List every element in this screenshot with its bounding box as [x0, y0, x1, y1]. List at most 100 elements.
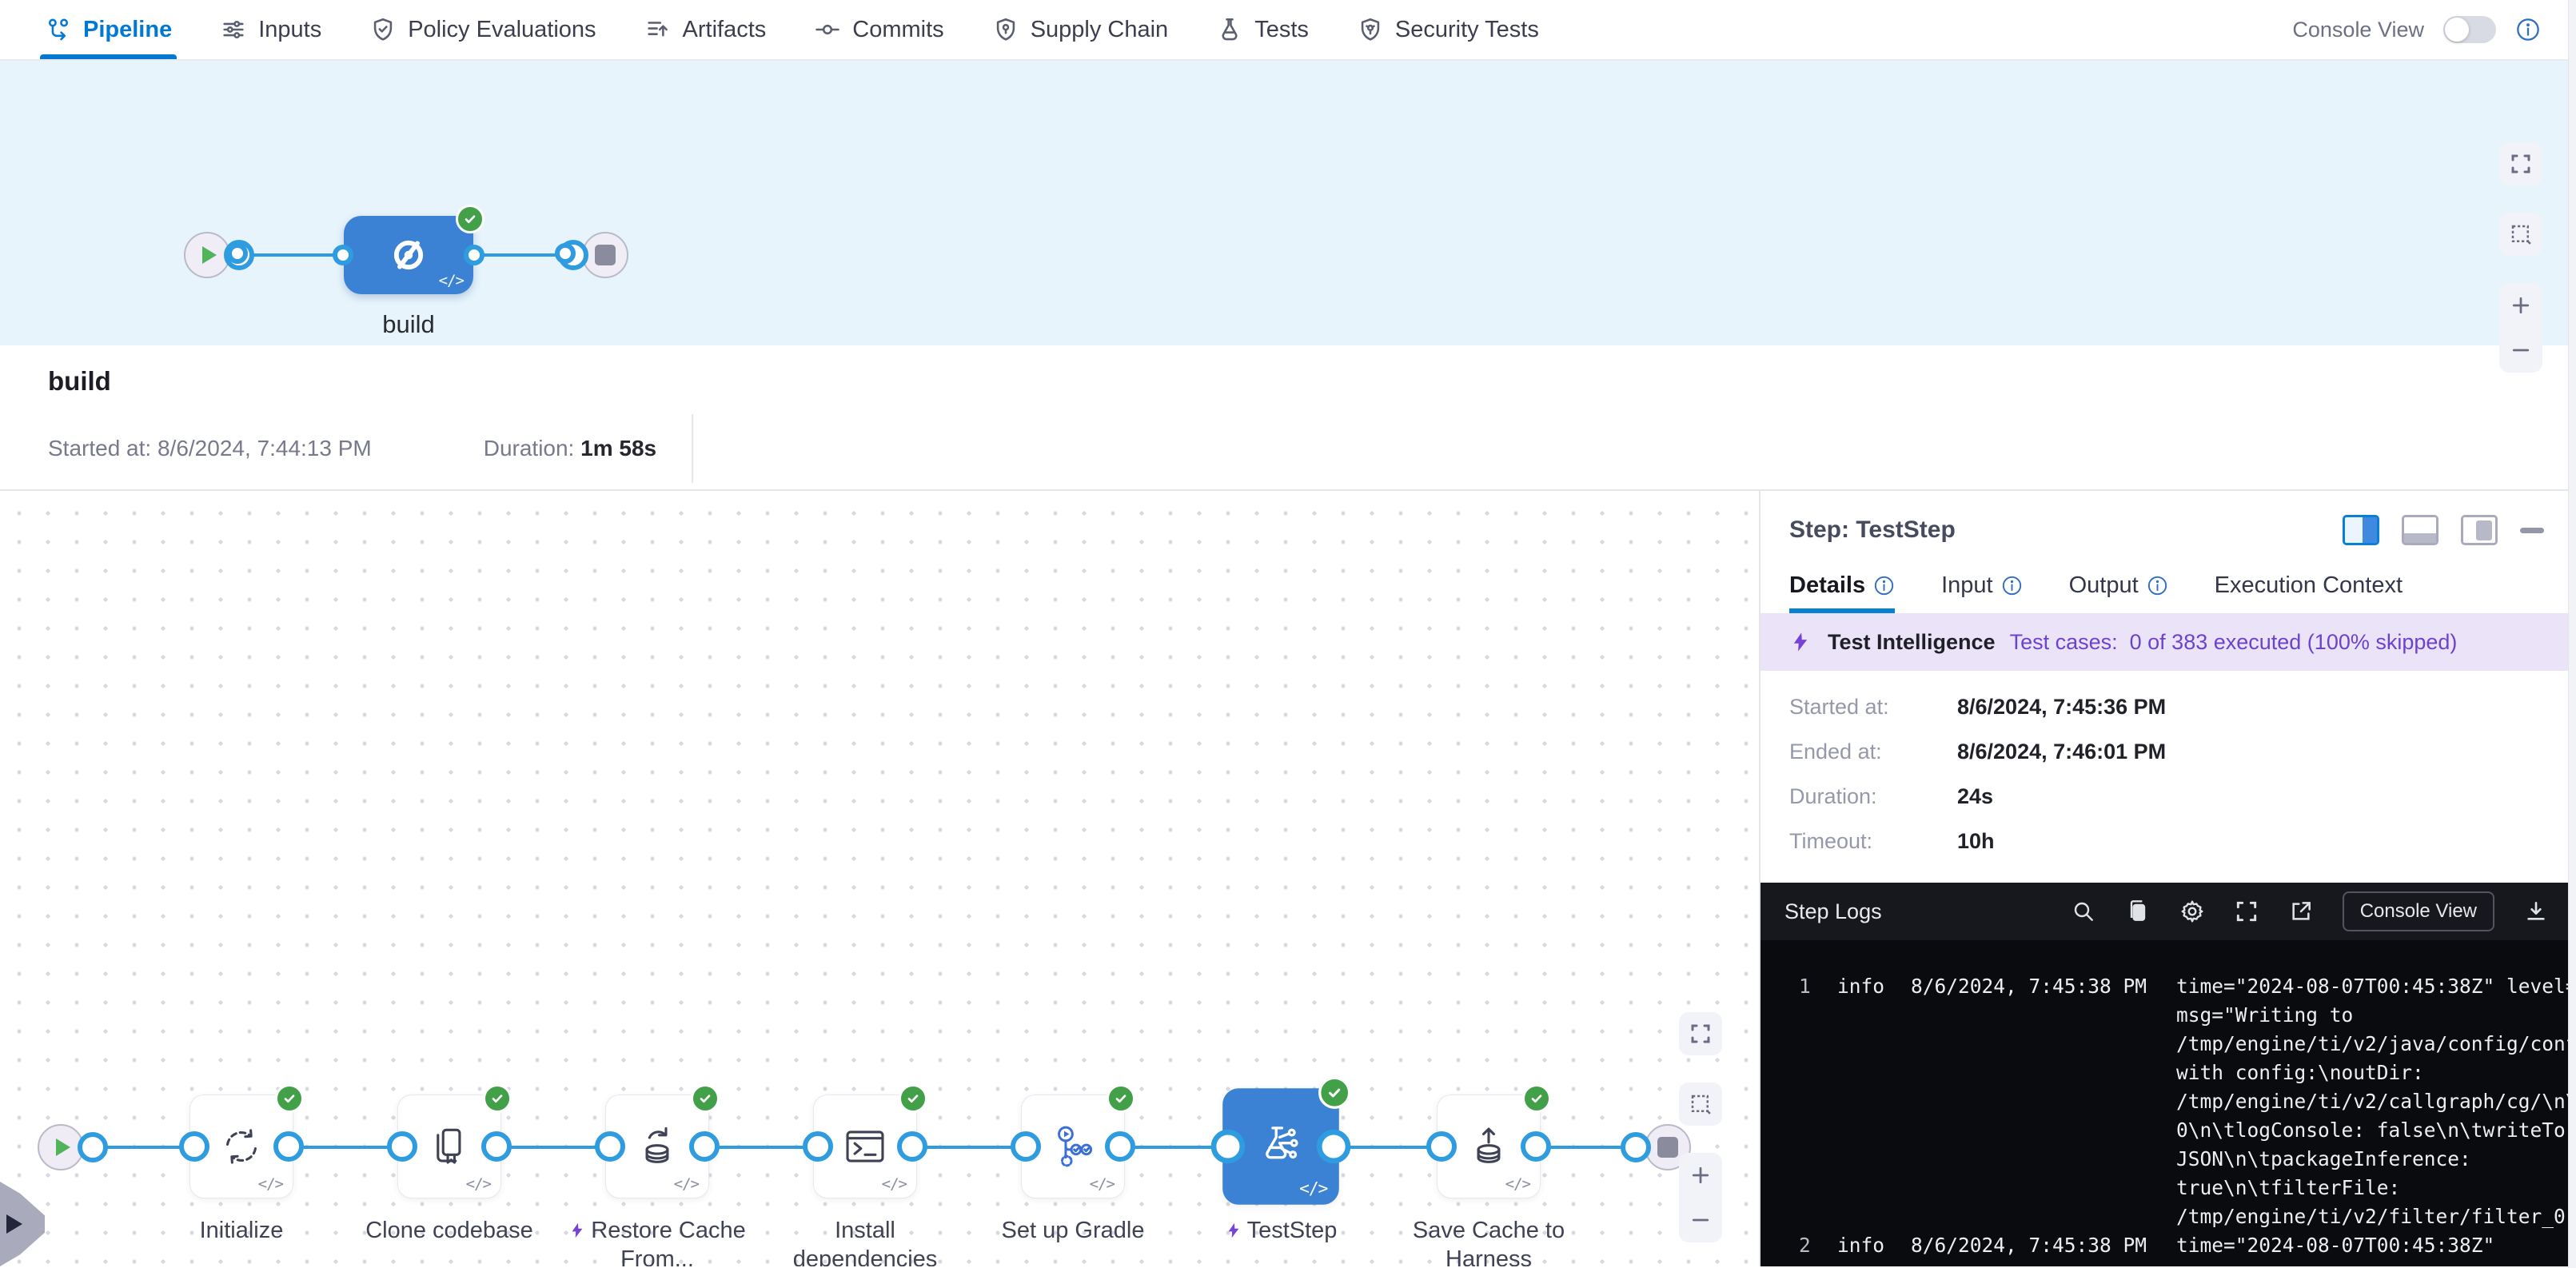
step-label[interactable]: TestStep — [1225, 1216, 1338, 1245]
layout-bottom-button[interactable] — [2402, 515, 2438, 545]
nav-tab-label: Security Tests — [1395, 17, 1539, 43]
step-label[interactable]: Restore Cache From... — [557, 1216, 757, 1266]
nav-tab[interactable]: Tests — [1216, 0, 1309, 59]
nav-tab[interactable]: Policy Evaluations — [369, 0, 596, 59]
panel-tab[interactable]: Execution Context — [2215, 572, 2403, 613]
page-scrollbar[interactable] — [2568, 0, 2576, 1268]
copy-icon[interactable] — [2125, 899, 2151, 924]
panel-tab[interactable]: Output — [2069, 572, 2168, 613]
console-view-toggle[interactable] — [2443, 16, 2496, 43]
info-icon[interactable] — [2515, 17, 2541, 42]
info-icon[interactable] — [2147, 575, 2168, 596]
stage-label[interactable]: build — [329, 310, 488, 339]
success-check-icon — [691, 1084, 720, 1113]
log-line: /tmp/engine/ti/v2/filter/filter_0" — [1799, 1202, 2576, 1231]
search-icon[interactable] — [2071, 899, 2096, 924]
step: </> Restore Cache From... — [553, 1095, 761, 1266]
step-label[interactable]: Initialize — [200, 1216, 284, 1245]
marquee-select-button[interactable] — [1679, 1083, 1722, 1126]
code-mark: </> — [1505, 1175, 1530, 1193]
step: </> Set up Gradle — [969, 1095, 1177, 1266]
zoom-in-button[interactable] — [2499, 283, 2542, 328]
step-card[interactable]: </> — [1021, 1095, 1125, 1198]
step-card[interactable]: </> — [813, 1095, 917, 1198]
step-label[interactable]: Save Cache to Harness — [1389, 1216, 1589, 1266]
open-external-icon[interactable] — [2288, 899, 2314, 924]
settings-gear-icon[interactable] — [2179, 899, 2205, 924]
layout-split-right-button[interactable] — [2343, 515, 2379, 545]
marquee-select-button[interactable] — [2499, 213, 2542, 256]
console-view-button[interactable]: Console View — [2343, 891, 2494, 931]
nav-tab-icon — [644, 16, 672, 43]
success-check-icon — [1318, 1077, 1350, 1109]
nav-tab[interactable]: Commits — [814, 0, 943, 59]
info-icon[interactable] — [2001, 575, 2023, 596]
step-icon — [632, 1122, 682, 1171]
link-dot — [227, 243, 248, 264]
zoom-out-button[interactable] — [2499, 328, 2542, 373]
nav-tab[interactable]: Supply Chain — [992, 0, 1169, 59]
fullscreen-button[interactable] — [2499, 142, 2542, 185]
code-mark: </> — [882, 1175, 907, 1193]
code-mark: </> — [674, 1175, 699, 1193]
code-mark: </> — [1090, 1175, 1115, 1193]
info-icon[interactable] — [1873, 575, 1895, 596]
step: </> Clone codebase — [345, 1095, 553, 1266]
nav-tab[interactable]: Security Tests — [1357, 0, 1539, 59]
lightning-icon — [1789, 631, 1812, 653]
layout-right-button[interactable] — [2461, 515, 2498, 545]
log-lines[interactable]: 1info8/6/2024, 7:45:38 PMtime="2024-08-0… — [1761, 940, 2576, 1266]
step: </> TestStep — [1177, 1095, 1385, 1266]
log-line: /tmp/engine/ti/v2/java/config/config_0. — [1799, 1030, 2576, 1059]
minimize-button[interactable] — [2520, 528, 2544, 533]
detail-value: 24s — [1957, 784, 1993, 809]
panel-tabs: Details Input Output Execution Context — [1761, 545, 2576, 613]
success-check-icon — [275, 1084, 304, 1113]
link-dot — [333, 245, 353, 265]
success-check-icon — [1107, 1084, 1135, 1113]
zoom-out-button[interactable] — [1679, 1198, 1722, 1242]
step-icon — [1048, 1122, 1098, 1171]
step-card[interactable]: </> — [1222, 1088, 1339, 1205]
fullscreen-button[interactable] — [1679, 1012, 1722, 1055]
step-label[interactable]: Clone codebase — [365, 1216, 533, 1245]
zoom-in-button[interactable] — [1679, 1153, 1722, 1198]
nav-tab-label: Commits — [852, 17, 943, 43]
step-details-panel: Step: TestStep Details Input — [1759, 491, 2576, 1266]
pipeline-end-node — [582, 232, 628, 278]
stage-node-build[interactable]: </> — [344, 216, 473, 294]
step-logs-title: Step Logs — [1784, 899, 1882, 924]
panel-tab[interactable]: Details — [1789, 572, 1895, 613]
link-dot — [555, 243, 576, 264]
step-logs-actions: Console View — [2071, 891, 2549, 931]
panel-header: Step: TestStep — [1761, 491, 2576, 545]
nav-tab[interactable]: Pipeline — [45, 0, 172, 59]
lightning-icon — [568, 1222, 586, 1239]
step-card[interactable]: </> — [189, 1095, 293, 1198]
panel-tab-label: Output — [2069, 572, 2139, 599]
step-card[interactable]: </> — [1437, 1095, 1541, 1198]
code-mark: </> — [466, 1175, 491, 1193]
nav-tab[interactable]: Inputs — [220, 0, 321, 59]
step-label[interactable]: Install dependencies — [765, 1216, 965, 1266]
stage-details-bar: build Started at: 8/6/2024, 7:44:13 PM D… — [0, 345, 2576, 491]
panel-tab[interactable]: Input — [1941, 572, 2023, 613]
expand-icon[interactable] — [2234, 899, 2259, 924]
nav-tab-label: Supply Chain — [1031, 17, 1169, 43]
nav-tab-icon — [369, 16, 397, 43]
detail-label: Duration: — [1789, 784, 1957, 809]
step-label[interactable]: Set up Gradle — [1002, 1216, 1145, 1245]
download-icon[interactable] — [2523, 899, 2549, 924]
nav-tab[interactable]: Artifacts — [644, 0, 767, 59]
step-card[interactable]: </> — [605, 1095, 709, 1198]
step-card[interactable]: </> — [397, 1095, 501, 1198]
code-mark: </> — [1299, 1178, 1327, 1198]
nav-right: Console View — [2292, 16, 2541, 43]
nav-tab-icon — [1216, 16, 1243, 43]
log-line: 1info8/6/2024, 7:45:38 PMtime="2024-08-0… — [1799, 972, 2576, 1001]
steps-row: </> Initialize </> Clone codebase </> — [138, 1095, 1593, 1266]
canvas-controls — [1679, 1012, 1722, 1242]
step-icon — [1253, 1118, 1308, 1174]
panel-layout-controls — [2343, 515, 2544, 545]
play-icon — [202, 246, 217, 264]
